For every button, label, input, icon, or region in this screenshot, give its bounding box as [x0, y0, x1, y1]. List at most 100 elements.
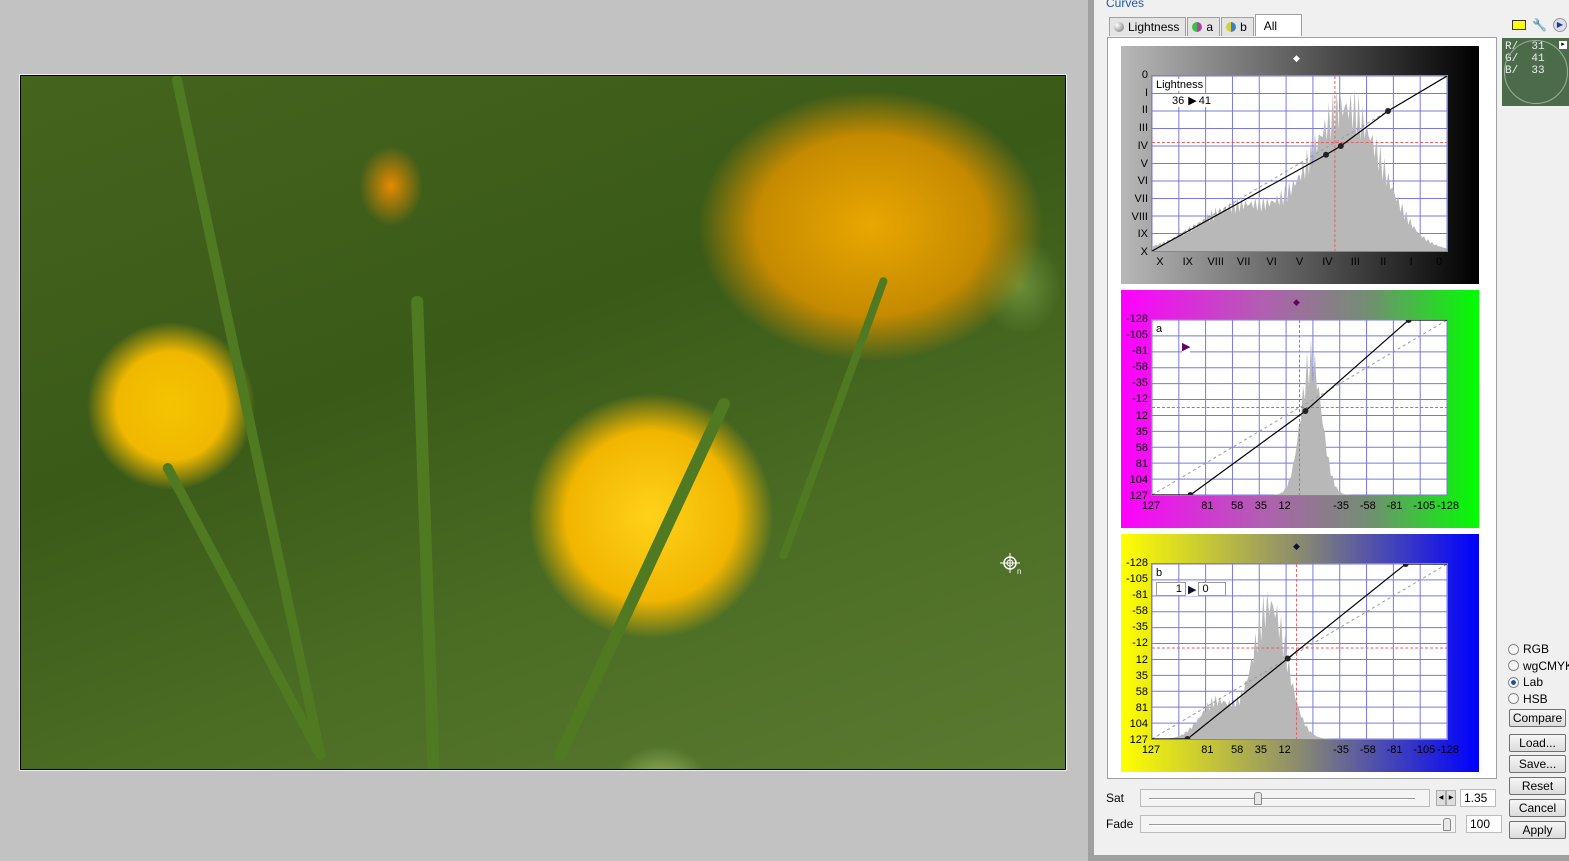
- tab-b[interactable]: b: [1221, 17, 1254, 36]
- x-tick-label: -35: [1333, 500, 1350, 512]
- y-tick-label: 35: [1135, 669, 1148, 682]
- tab-label: All: [1263, 18, 1278, 33]
- radio-hsb[interactable]: HSB: [1508, 691, 1569, 708]
- x-tick-label: IV: [1322, 256, 1333, 268]
- y-tick-label: 104: [1129, 473, 1148, 486]
- x-tick-label: -81: [1386, 500, 1403, 512]
- curve-label: a: [1156, 323, 1163, 335]
- tab-all[interactable]: All: [1254, 14, 1303, 36]
- y-tick-label: -58: [1132, 605, 1148, 618]
- radio-label: wgCMYK: [1523, 658, 1569, 673]
- x-tick-label: VIII: [1207, 256, 1224, 268]
- sat-value[interactable]: 1.35: [1460, 789, 1496, 807]
- y-tick-label: IX: [1137, 228, 1148, 241]
- y-tick-label: VI: [1137, 175, 1148, 188]
- y-tick-label: -128: [1125, 313, 1148, 325]
- curve-svg: [1152, 320, 1447, 495]
- cancel-button[interactable]: Cancel: [1509, 799, 1566, 817]
- y-tick-label: -105: [1125, 329, 1148, 342]
- radio-rgb[interactable]: RGB: [1508, 641, 1569, 658]
- curves-container: ◆ Lightness 36 ▶ 41 0 I II III IV V VI VII VIII IX X…: [1107, 37, 1497, 779]
- a-curve-plot[interactable]: a ▶: [1151, 319, 1448, 496]
- y-tick-label: 0: [1141, 69, 1148, 81]
- stem: [161, 461, 325, 758]
- apply-button[interactable]: Apply: [1509, 821, 1566, 839]
- curve-point: [1284, 655, 1291, 662]
- save-button[interactable]: Save...: [1509, 755, 1566, 773]
- stem: [411, 295, 440, 769]
- y-tick-label: 35: [1135, 425, 1148, 438]
- note-icon[interactable]: [1512, 20, 1526, 30]
- radio-indicator: [1508, 643, 1519, 655]
- toolbar-icons: 🔧 ▶: [1512, 18, 1567, 32]
- curve-point: [1187, 492, 1194, 495]
- gradient-handle[interactable]: ◆: [1293, 53, 1300, 64]
- radio-label: RGB: [1523, 642, 1550, 657]
- sat-decrement[interactable]: ◀: [1436, 790, 1446, 806]
- x-tick-label: I: [1409, 256, 1413, 268]
- curve-label: Lightness: [1156, 79, 1204, 91]
- sat-slider[interactable]: [1140, 789, 1430, 807]
- fade-slider[interactable]: [1140, 815, 1456, 833]
- readout-dial: [1504, 40, 1568, 104]
- wrench-icon[interactable]: 🔧: [1532, 18, 1547, 32]
- curve-values: 1 ▶ 0: [1156, 582, 1227, 596]
- channel-tabs: Lightness a b All: [1109, 14, 1303, 36]
- gradient-handle[interactable]: ◆: [1293, 541, 1300, 552]
- y-tick-label: -35: [1132, 621, 1148, 634]
- lightness-channel-icon: [1114, 22, 1124, 32]
- radio-lab[interactable]: Lab: [1508, 674, 1569, 691]
- radio-indicator: [1508, 676, 1519, 688]
- y-tick-label: -81: [1132, 345, 1148, 358]
- y-tick-label: I: [1144, 86, 1148, 99]
- curve-label: b: [1156, 567, 1163, 579]
- compare-button[interactable]: Compare: [1509, 709, 1566, 727]
- output-value[interactable]: 0: [1198, 582, 1227, 596]
- stem: [778, 276, 889, 561]
- y-tick-label: -12: [1132, 393, 1148, 406]
- radio-label: HSB: [1523, 691, 1548, 706]
- x-tick-label: 127: [1141, 500, 1161, 512]
- input-value[interactable]: 1: [1156, 582, 1186, 596]
- gradient-handle[interactable]: ◆: [1293, 297, 1300, 308]
- tab-label: b: [1240, 20, 1247, 34]
- play-icon[interactable]: ▶: [1552, 18, 1567, 32]
- y-tick-label: -35: [1132, 377, 1148, 390]
- x-tick-label: II: [1380, 256, 1387, 268]
- image-preview-area: n: [0, 0, 1088, 861]
- y-tick-label: -58: [1132, 361, 1148, 374]
- fade-slider-thumb[interactable]: [1443, 818, 1451, 831]
- a-channel-icon: [1192, 22, 1203, 32]
- sat-increment[interactable]: ▶: [1446, 790, 1456, 806]
- output-value[interactable]: 41: [1199, 95, 1211, 107]
- radio-wgcmyk[interactable]: wgCMYK: [1508, 658, 1569, 675]
- sat-slider-thumb[interactable]: [1253, 792, 1262, 805]
- curve-point: [1337, 143, 1344, 149]
- y-tick-label: -81: [1132, 589, 1148, 602]
- color-readout: ▸ R/ 31 G/ 41 B/ 33: [1502, 38, 1569, 106]
- preview-photo[interactable]: n: [19, 74, 1067, 771]
- x-tick-label: -81: [1386, 744, 1403, 756]
- svg-text:n: n: [1017, 567, 1021, 576]
- load-button[interactable]: Load...: [1509, 734, 1566, 752]
- y-tick-label: 12: [1135, 409, 1148, 422]
- input-value[interactable]: 36: [1162, 95, 1186, 107]
- fade-value[interactable]: 100: [1466, 815, 1502, 833]
- radio-indicator: [1508, 693, 1519, 705]
- readout-menu-button[interactable]: ▸: [1559, 41, 1567, 49]
- curves-panel: Curves Lightness a b All 🔧 ▶ ▸ R/ 31 G/ …: [1088, 0, 1569, 861]
- stem: [171, 76, 327, 761]
- x-tick-label: -128: [1436, 744, 1460, 756]
- x-tick-label: 81: [1201, 744, 1214, 756]
- b-curve-plot[interactable]: b 1 ▶ 0: [1151, 563, 1448, 740]
- curve-point: [1402, 564, 1409, 567]
- x-tick-label: -128: [1436, 500, 1460, 512]
- tab-lightness[interactable]: Lightness: [1109, 17, 1187, 36]
- tab-label: Lightness: [1128, 20, 1180, 34]
- tab-a[interactable]: a: [1187, 17, 1221, 36]
- reset-button[interactable]: Reset: [1509, 777, 1566, 795]
- a-curve-panel: ◆ a ▶ -128 -105 -81 -58 -35 -12 12 35 58 81 104 127…: [1121, 290, 1479, 528]
- y-tick-label: -12: [1132, 637, 1148, 650]
- curve-point: [1323, 151, 1330, 158]
- lightness-curve-plot[interactable]: Lightness 36 ▶ 41: [1151, 75, 1448, 252]
